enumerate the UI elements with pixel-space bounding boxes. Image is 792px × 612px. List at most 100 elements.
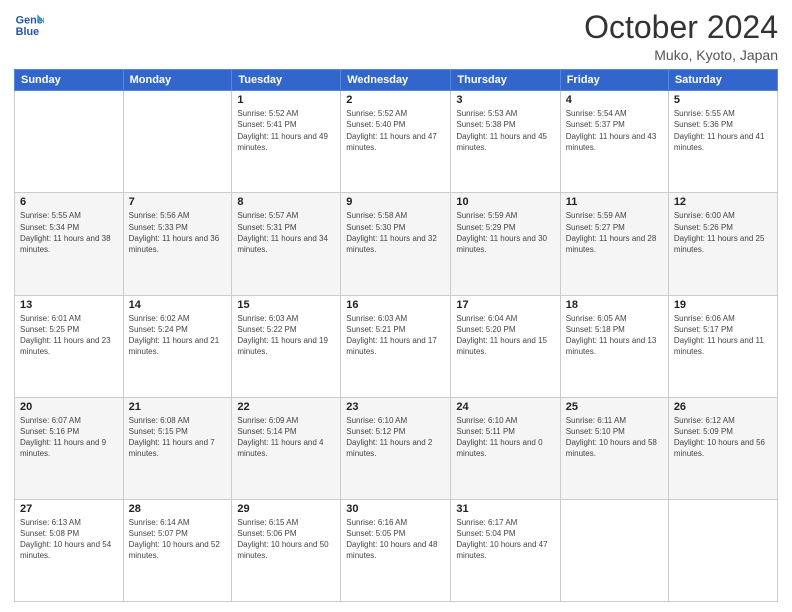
day-number: 8 xyxy=(237,196,335,208)
day-info: Sunrise: 6:05 AM Sunset: 5:18 PM Dayligh… xyxy=(566,313,663,358)
calendar-subtitle: Muko, Kyoto, Japan xyxy=(584,47,778,63)
day-cell: 3 Sunrise: 5:53 AM Sunset: 5:38 PM Daylig… xyxy=(451,91,560,193)
weekday-header-tuesday: Tuesday xyxy=(232,70,341,91)
day-cell: 15Sunrise: 6:03 AM Sunset: 5:22 PM Dayli… xyxy=(232,295,341,397)
day-cell: 21 Sunrise: 6:08 AM Sunset: 5:15 PM Dayli… xyxy=(123,397,232,499)
day-cell: 24Sunrise: 6:10 AM Sunset: 5:11 PM Dayli… xyxy=(451,397,560,499)
day-cell: 28 Sunrise: 6:14 AM Sunset: 5:07 PM Dayli… xyxy=(123,499,232,601)
day-info: Sunrise: 5:52 AM Sunset: 5:41 PM Dayligh… xyxy=(237,108,335,153)
day-number: 6 xyxy=(20,196,118,208)
title-block: October 2024 Muko, Kyoto, Japan xyxy=(584,10,778,63)
day-cell: 13Sunrise: 6:01 AM Sunset: 5:25 PM Dayli… xyxy=(15,295,124,397)
day-cell: 11 Sunrise: 5:59 AM Sunset: 5:27 PM Dayli… xyxy=(560,193,668,295)
day-cell: 8 Sunrise: 5:57 AM Sunset: 5:31 PM Daylig… xyxy=(232,193,341,295)
logo: General Blue xyxy=(14,10,44,40)
day-info: Sunrise: 6:16 AM Sunset: 5:05 PM Dayligh… xyxy=(346,517,445,562)
day-info: Sunrise: 5:55 AM Sunset: 5:36 PM Dayligh… xyxy=(674,108,772,153)
day-info: Sunrise: 6:10 AM Sunset: 5:11 PM Dayligh… xyxy=(456,415,554,460)
day-number: 27 xyxy=(20,503,118,515)
day-info: Sunrise: 5:53 AM Sunset: 5:38 PM Dayligh… xyxy=(456,108,554,153)
day-number: 29 xyxy=(237,503,335,515)
day-number: 12 xyxy=(674,196,772,208)
day-cell: 18Sunrise: 6:05 AM Sunset: 5:18 PM Dayli… xyxy=(560,295,668,397)
day-cell: 2 Sunrise: 5:52 AM Sunset: 5:40 PM Daylig… xyxy=(341,91,451,193)
day-cell: 7 Sunrise: 5:56 AM Sunset: 5:33 PM Daylig… xyxy=(123,193,232,295)
day-info: Sunrise: 6:00 AM Sunset: 5:26 PM Dayligh… xyxy=(674,210,772,255)
calendar-page: General Blue October 2024 Muko, Kyoto, J… xyxy=(0,0,792,612)
day-cell: 9Sunrise: 5:58 AM Sunset: 5:30 PM Daylig… xyxy=(341,193,451,295)
day-info: Sunrise: 5:56 AM Sunset: 5:33 PM Dayligh… xyxy=(129,210,227,255)
day-cell: 17Sunrise: 6:04 AM Sunset: 5:20 PM Dayli… xyxy=(451,295,560,397)
day-number: 2 xyxy=(346,94,445,106)
day-number: 7 xyxy=(129,196,227,208)
weekday-header-wednesday: Wednesday xyxy=(341,70,451,91)
week-row-1: 1Sunrise: 5:52 AM Sunset: 5:41 PM Daylig… xyxy=(15,91,778,193)
day-info: Sunrise: 6:03 AM Sunset: 5:22 PM Dayligh… xyxy=(237,313,335,358)
day-cell xyxy=(15,91,124,193)
day-info: Sunrise: 6:08 AM Sunset: 5:15 PM Dayligh… xyxy=(129,415,227,460)
day-info: Sunrise: 5:54 AM Sunset: 5:37 PM Dayligh… xyxy=(566,108,663,153)
day-number: 9 xyxy=(346,196,445,208)
day-info: Sunrise: 5:55 AM Sunset: 5:34 PM Dayligh… xyxy=(20,210,118,255)
day-info: Sunrise: 6:14 AM Sunset: 5:07 PM Dayligh… xyxy=(129,517,227,562)
weekday-header-saturday: Saturday xyxy=(668,70,777,91)
day-info: Sunrise: 6:02 AM Sunset: 5:24 PM Dayligh… xyxy=(129,313,227,358)
day-number: 4 xyxy=(566,94,663,106)
day-number: 5 xyxy=(674,94,772,106)
day-info: Sunrise: 6:15 AM Sunset: 5:06 PM Dayligh… xyxy=(237,517,335,562)
day-number: 22 xyxy=(237,401,335,413)
day-number: 16 xyxy=(346,299,445,311)
day-cell: 30 Sunrise: 6:16 AM Sunset: 5:05 PM Dayli… xyxy=(341,499,451,601)
day-number: 3 xyxy=(456,94,554,106)
day-cell: 12 Sunrise: 6:00 AM Sunset: 5:26 PM Dayli… xyxy=(668,193,777,295)
day-cell: 10 Sunrise: 5:59 AM Sunset: 5:29 PM Dayli… xyxy=(451,193,560,295)
day-cell: 1Sunrise: 5:52 AM Sunset: 5:41 PM Daylig… xyxy=(232,91,341,193)
day-number: 28 xyxy=(129,503,227,515)
day-cell: 31 Sunrise: 6:17 AM Sunset: 5:04 PM Dayli… xyxy=(451,499,560,601)
day-number: 30 xyxy=(346,503,445,515)
day-info: Sunrise: 5:57 AM Sunset: 5:31 PM Dayligh… xyxy=(237,210,335,255)
day-info: Sunrise: 5:52 AM Sunset: 5:40 PM Dayligh… xyxy=(346,108,445,153)
week-row-2: 6 Sunrise: 5:55 AM Sunset: 5:34 PM Daylig… xyxy=(15,193,778,295)
day-info: Sunrise: 6:13 AM Sunset: 5:08 PM Dayligh… xyxy=(20,517,118,562)
weekday-header-sunday: Sunday xyxy=(15,70,124,91)
day-number: 14 xyxy=(129,299,227,311)
day-info: Sunrise: 6:03 AM Sunset: 5:21 PM Dayligh… xyxy=(346,313,445,358)
day-number: 13 xyxy=(20,299,118,311)
day-cell xyxy=(123,91,232,193)
day-number: 10 xyxy=(456,196,554,208)
day-number: 31 xyxy=(456,503,554,515)
day-info: Sunrise: 6:06 AM Sunset: 5:17 PM Dayligh… xyxy=(674,313,772,358)
weekday-header-monday: Monday xyxy=(123,70,232,91)
day-info: Sunrise: 6:12 AM Sunset: 5:09 PM Dayligh… xyxy=(674,415,772,460)
day-info: Sunrise: 6:17 AM Sunset: 5:04 PM Dayligh… xyxy=(456,517,554,562)
calendar-table: SundayMondayTuesdayWednesdayThursdayFrid… xyxy=(14,69,778,602)
weekday-header-friday: Friday xyxy=(560,70,668,91)
day-number: 25 xyxy=(566,401,663,413)
day-info: Sunrise: 6:09 AM Sunset: 5:14 PM Dayligh… xyxy=(237,415,335,460)
day-number: 21 xyxy=(129,401,227,413)
week-row-3: 13Sunrise: 6:01 AM Sunset: 5:25 PM Dayli… xyxy=(15,295,778,397)
day-cell: 6 Sunrise: 5:55 AM Sunset: 5:34 PM Daylig… xyxy=(15,193,124,295)
day-number: 26 xyxy=(674,401,772,413)
week-row-5: 27 Sunrise: 6:13 AM Sunset: 5:08 PM Dayli… xyxy=(15,499,778,601)
day-cell xyxy=(560,499,668,601)
day-cell: 5 Sunrise: 5:55 AM Sunset: 5:36 PM Daylig… xyxy=(668,91,777,193)
day-number: 19 xyxy=(674,299,772,311)
day-info: Sunrise: 5:59 AM Sunset: 5:29 PM Dayligh… xyxy=(456,210,554,255)
calendar-title: October 2024 xyxy=(584,10,778,45)
day-number: 23 xyxy=(346,401,445,413)
day-info: Sunrise: 5:59 AM Sunset: 5:27 PM Dayligh… xyxy=(566,210,663,255)
day-cell: 26 Sunrise: 6:12 AM Sunset: 5:09 PM Dayli… xyxy=(668,397,777,499)
day-cell: 22 Sunrise: 6:09 AM Sunset: 5:14 PM Dayli… xyxy=(232,397,341,499)
day-cell: 19 Sunrise: 6:06 AM Sunset: 5:17 PM Dayli… xyxy=(668,295,777,397)
header: General Blue October 2024 Muko, Kyoto, J… xyxy=(14,10,778,63)
day-number: 11 xyxy=(566,196,663,208)
day-cell: 14 Sunrise: 6:02 AM Sunset: 5:24 PM Dayli… xyxy=(123,295,232,397)
svg-text:Blue: Blue xyxy=(16,26,39,38)
weekday-header-thursday: Thursday xyxy=(451,70,560,91)
day-number: 17 xyxy=(456,299,554,311)
day-cell: 25Sunrise: 6:11 AM Sunset: 5:10 PM Dayli… xyxy=(560,397,668,499)
logo-icon: General Blue xyxy=(14,10,44,40)
day-cell: 23Sunrise: 6:10 AM Sunset: 5:12 PM Dayli… xyxy=(341,397,451,499)
